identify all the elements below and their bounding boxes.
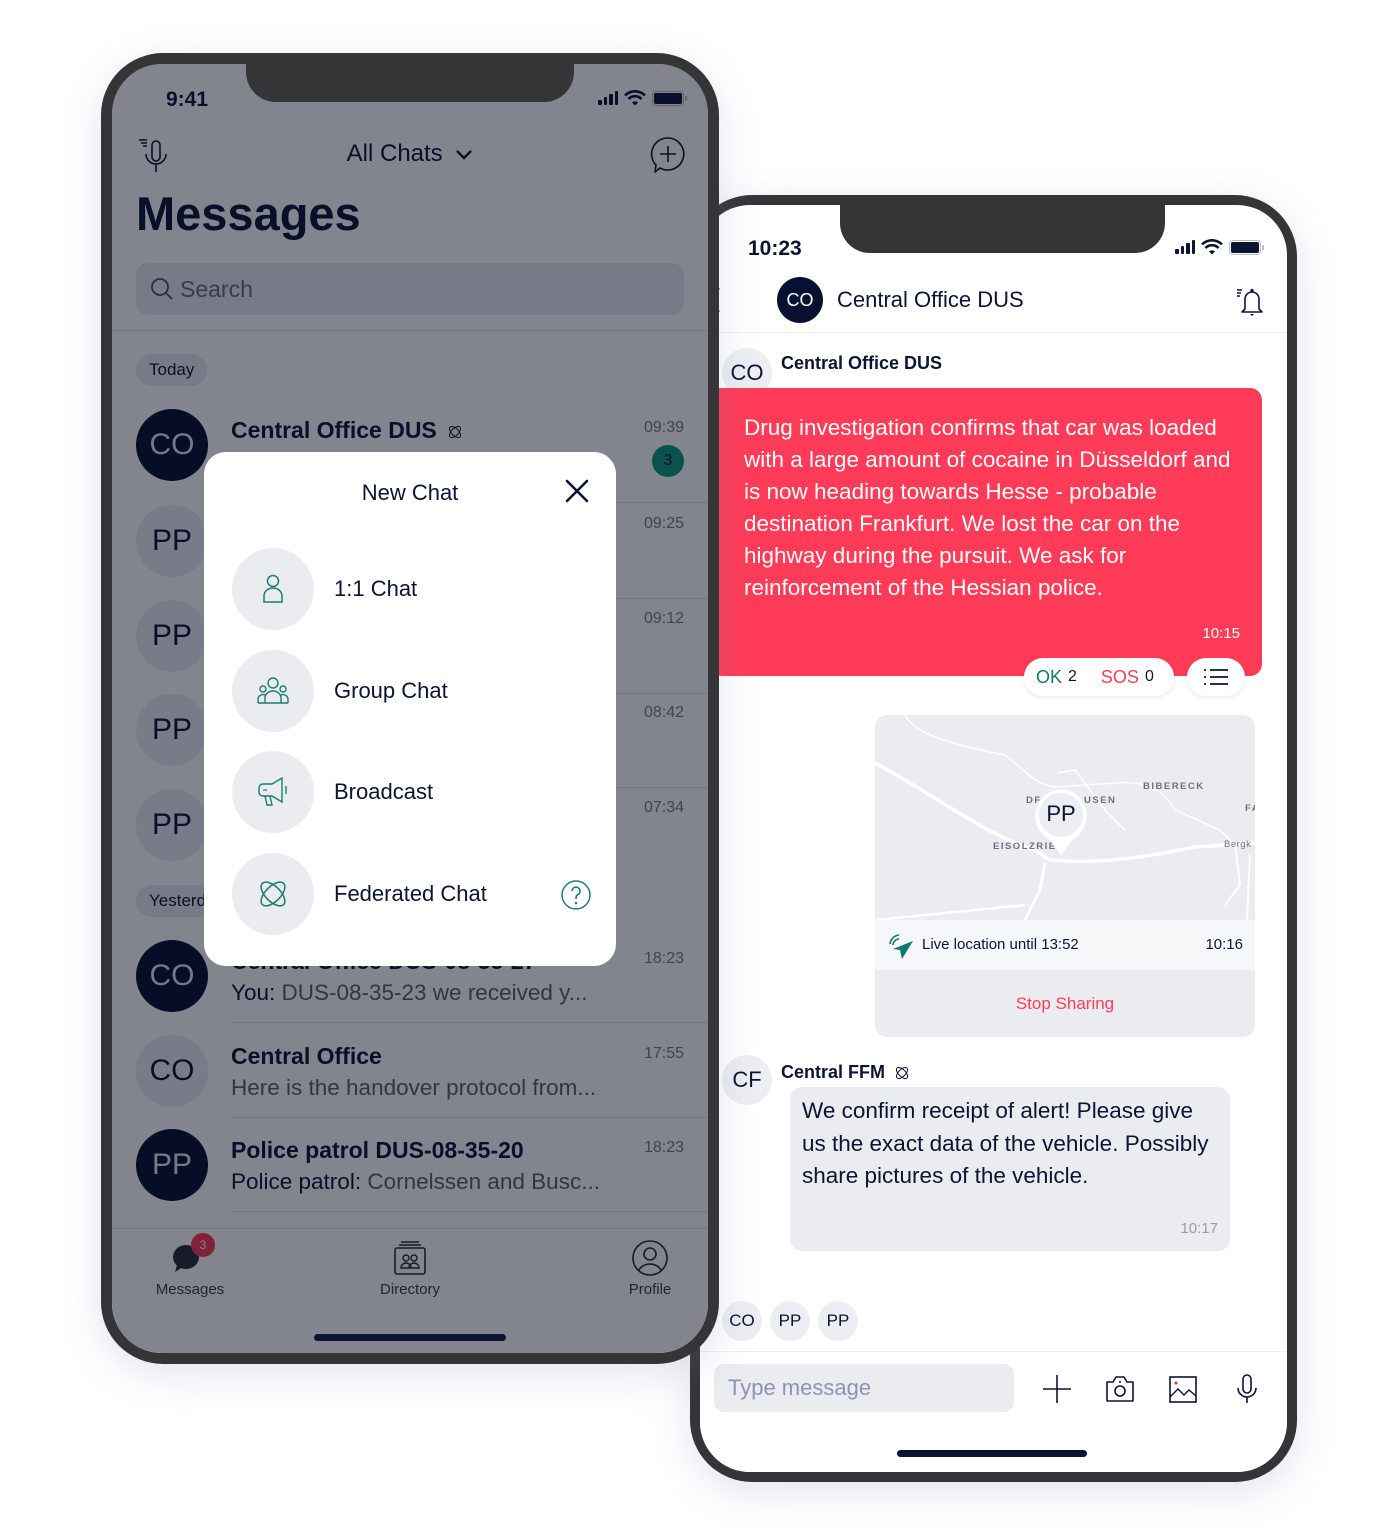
- chat-header: CO Central Office DUS: [700, 265, 1287, 333]
- pin-initials: PP: [1046, 801, 1076, 826]
- live-location-text: Live location until 13:52: [922, 936, 1079, 953]
- read-receipt-avatar: PP: [818, 1301, 858, 1341]
- new-chat-option-broadcast[interactable]: Broadcast: [232, 751, 592, 835]
- help-icon[interactable]: [560, 879, 592, 911]
- option-label: 1:1 Chat: [334, 576, 418, 601]
- home-indicator: [897, 1450, 1087, 1457]
- person-icon: [263, 574, 283, 603]
- new-chat-modal: New Chat 1:1 Chat Group Chat Broadcast F…: [204, 452, 616, 966]
- map-label: Bergk: [1224, 839, 1252, 850]
- gallery-icon[interactable]: [1166, 1372, 1200, 1406]
- modal-title: New Chat: [361, 480, 459, 505]
- federated-icon-wrap: [232, 853, 314, 935]
- response-list-button[interactable]: [1187, 658, 1245, 696]
- group-icon: [257, 677, 289, 704]
- new-chat-option-group[interactable]: Group Chat: [232, 650, 592, 734]
- federated-icon: [260, 881, 286, 907]
- chat-screen: 10:23 CO Central Office DUS CO Central O…: [700, 205, 1287, 1472]
- message-input[interactable]: [714, 1364, 1014, 1412]
- alert-responses[interactable]: OK 2 SOS 0: [1024, 658, 1174, 696]
- person-icon-wrap: [232, 548, 314, 630]
- sos-count: 0: [1144, 668, 1154, 685]
- message-time: 10:15: [1202, 625, 1240, 642]
- camera-icon[interactable]: [1103, 1372, 1137, 1406]
- megaphone-icon: [258, 776, 287, 806]
- read-receipts[interactable]: CO PP PP: [722, 1301, 858, 1341]
- ok-count: 2: [1068, 668, 1077, 685]
- option-label: Group Chat: [334, 678, 448, 703]
- message-time: 10:17: [1180, 1220, 1218, 1237]
- status-icons: [1175, 239, 1264, 255]
- battery-icon: [1229, 239, 1264, 255]
- close-icon[interactable]: [562, 476, 592, 506]
- messages-phone: 9:41 All Chats Messages Today CO Central…: [101, 53, 719, 1364]
- option-label: Federated Chat: [334, 881, 487, 906]
- new-chat-option-1on1[interactable]: 1:1 Chat: [232, 548, 592, 632]
- chat-avatar[interactable]: CO: [777, 277, 823, 323]
- messages-screen: 9:41 All Chats Messages Today CO Central…: [112, 64, 708, 1353]
- sender-name-text: Central FFM: [781, 1062, 886, 1082]
- live-location-row: Live location until 13:52 10:16: [875, 920, 1255, 970]
- chat-title[interactable]: Central Office DUS: [837, 287, 1024, 313]
- read-receipt-avatar: PP: [770, 1301, 810, 1341]
- message-bubble[interactable]: We confirm receipt of alert! Please give…: [790, 1087, 1230, 1251]
- home-indicator: [314, 1334, 506, 1341]
- message-time: 10:16: [1205, 936, 1243, 953]
- plus-icon[interactable]: [1040, 1372, 1074, 1406]
- alert-message-text: Drug investigation confirms that car was…: [744, 415, 1231, 600]
- read-receipt-avatar: CO: [722, 1301, 762, 1341]
- new-chat-option-federated[interactable]: Federated Chat: [232, 853, 592, 937]
- map-label: FA: [1245, 803, 1255, 814]
- stop-sharing-button[interactable]: Stop Sharing: [875, 970, 1255, 1037]
- federated-icon: [895, 1067, 909, 1080]
- sender-name: Central Office DUS: [781, 353, 943, 373]
- wifi-icon: [1201, 239, 1223, 255]
- option-label: Broadcast: [334, 779, 434, 804]
- alert-message-bubble[interactable]: Drug investigation confirms that car was…: [710, 388, 1262, 676]
- live-location-card: DF USEN BIBERECK FA EISOLZRIE Bergk PP L…: [875, 715, 1255, 1037]
- sender-name: Central FFM: [781, 1062, 910, 1083]
- notch: [840, 205, 1165, 253]
- message-text: We confirm receipt of alert! Please give…: [802, 1098, 1209, 1188]
- signal-icon: [1175, 240, 1195, 254]
- sender-avatar[interactable]: CF: [722, 1055, 772, 1105]
- map-label: BIBERECK: [1143, 781, 1205, 792]
- microphone-icon[interactable]: [1230, 1372, 1264, 1406]
- alert-bell-icon[interactable]: [1235, 283, 1269, 317]
- ok-label: OK: [1036, 666, 1063, 687]
- status-time: 10:23: [748, 237, 802, 260]
- sos-label: SOS: [1100, 666, 1139, 687]
- chat-phone: 10:23 CO Central Office DUS CO Central O…: [690, 195, 1297, 1482]
- notch: [246, 64, 574, 102]
- list-icon: [1204, 669, 1228, 685]
- live-location-icon: [889, 934, 913, 959]
- group-icon-wrap: [232, 650, 314, 732]
- megaphone-icon-wrap: [232, 751, 314, 833]
